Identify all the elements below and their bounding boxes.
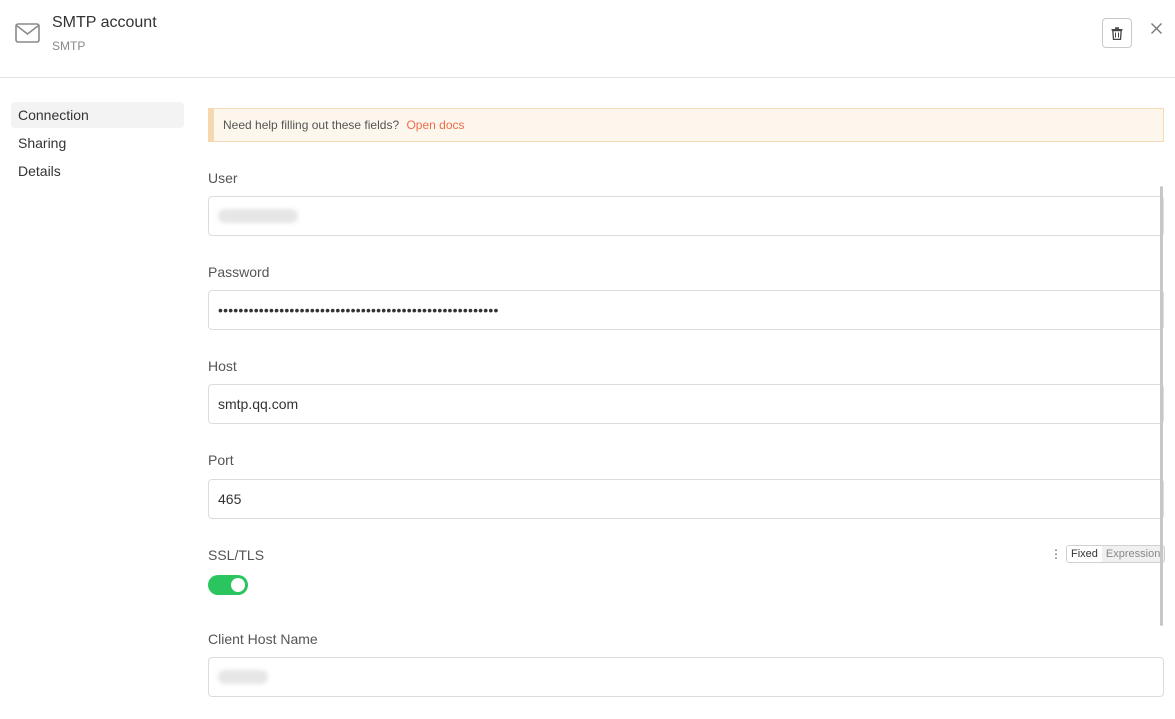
ssl-label: SSL/TLS <box>208 547 265 563</box>
host-label: Host <box>208 358 237 374</box>
redacted-client-host-value <box>218 670 268 684</box>
mail-icon <box>15 23 40 43</box>
redacted-user-value <box>218 209 298 223</box>
password-label: Password <box>208 264 270 280</box>
help-notice-text: Need help filling out these fields? <box>223 118 400 132</box>
credential-title[interactable]: SMTP account <box>52 14 157 32</box>
mode-expression-option[interactable]: Expression <box>1102 546 1164 562</box>
close-icon <box>1150 22 1162 34</box>
user-label: User <box>208 170 238 186</box>
mode-switch[interactable]: Fixed Expression <box>1066 545 1166 563</box>
password-input[interactable]: ••••••••••••••••••••••••••••••••••••••••… <box>208 290 1164 330</box>
mode-fixed-option[interactable]: Fixed <box>1067 546 1102 562</box>
sidebar-item-connection[interactable]: Connection <box>11 102 184 128</box>
toggle-knob <box>231 578 245 592</box>
trash-icon <box>1111 26 1123 40</box>
credential-type: SMTP <box>52 39 86 53</box>
options-menu-icon[interactable]: ⋮ <box>1050 546 1062 562</box>
client-host-input[interactable] <box>208 657 1164 697</box>
close-button[interactable] <box>1147 19 1165 37</box>
help-notice: Need help filling out these fields? Open… <box>208 108 1164 142</box>
sidebar-item-sharing[interactable]: Sharing <box>11 130 184 156</box>
ssl-toggle[interactable] <box>208 575 248 595</box>
scrollbar[interactable] <box>1160 186 1163 626</box>
sidebar-item-details[interactable]: Details <box>11 158 184 184</box>
client-host-label: Client Host Name <box>208 631 318 647</box>
port-label: Port <box>208 452 234 468</box>
port-input[interactable]: 465 <box>208 479 1164 519</box>
open-docs-link[interactable]: Open docs <box>406 118 464 132</box>
modal-header: SMTP account SMTP <box>0 0 1175 78</box>
host-input[interactable]: smtp.qq.com <box>208 384 1164 424</box>
delete-button[interactable] <box>1102 18 1132 48</box>
user-input[interactable] <box>208 196 1164 236</box>
